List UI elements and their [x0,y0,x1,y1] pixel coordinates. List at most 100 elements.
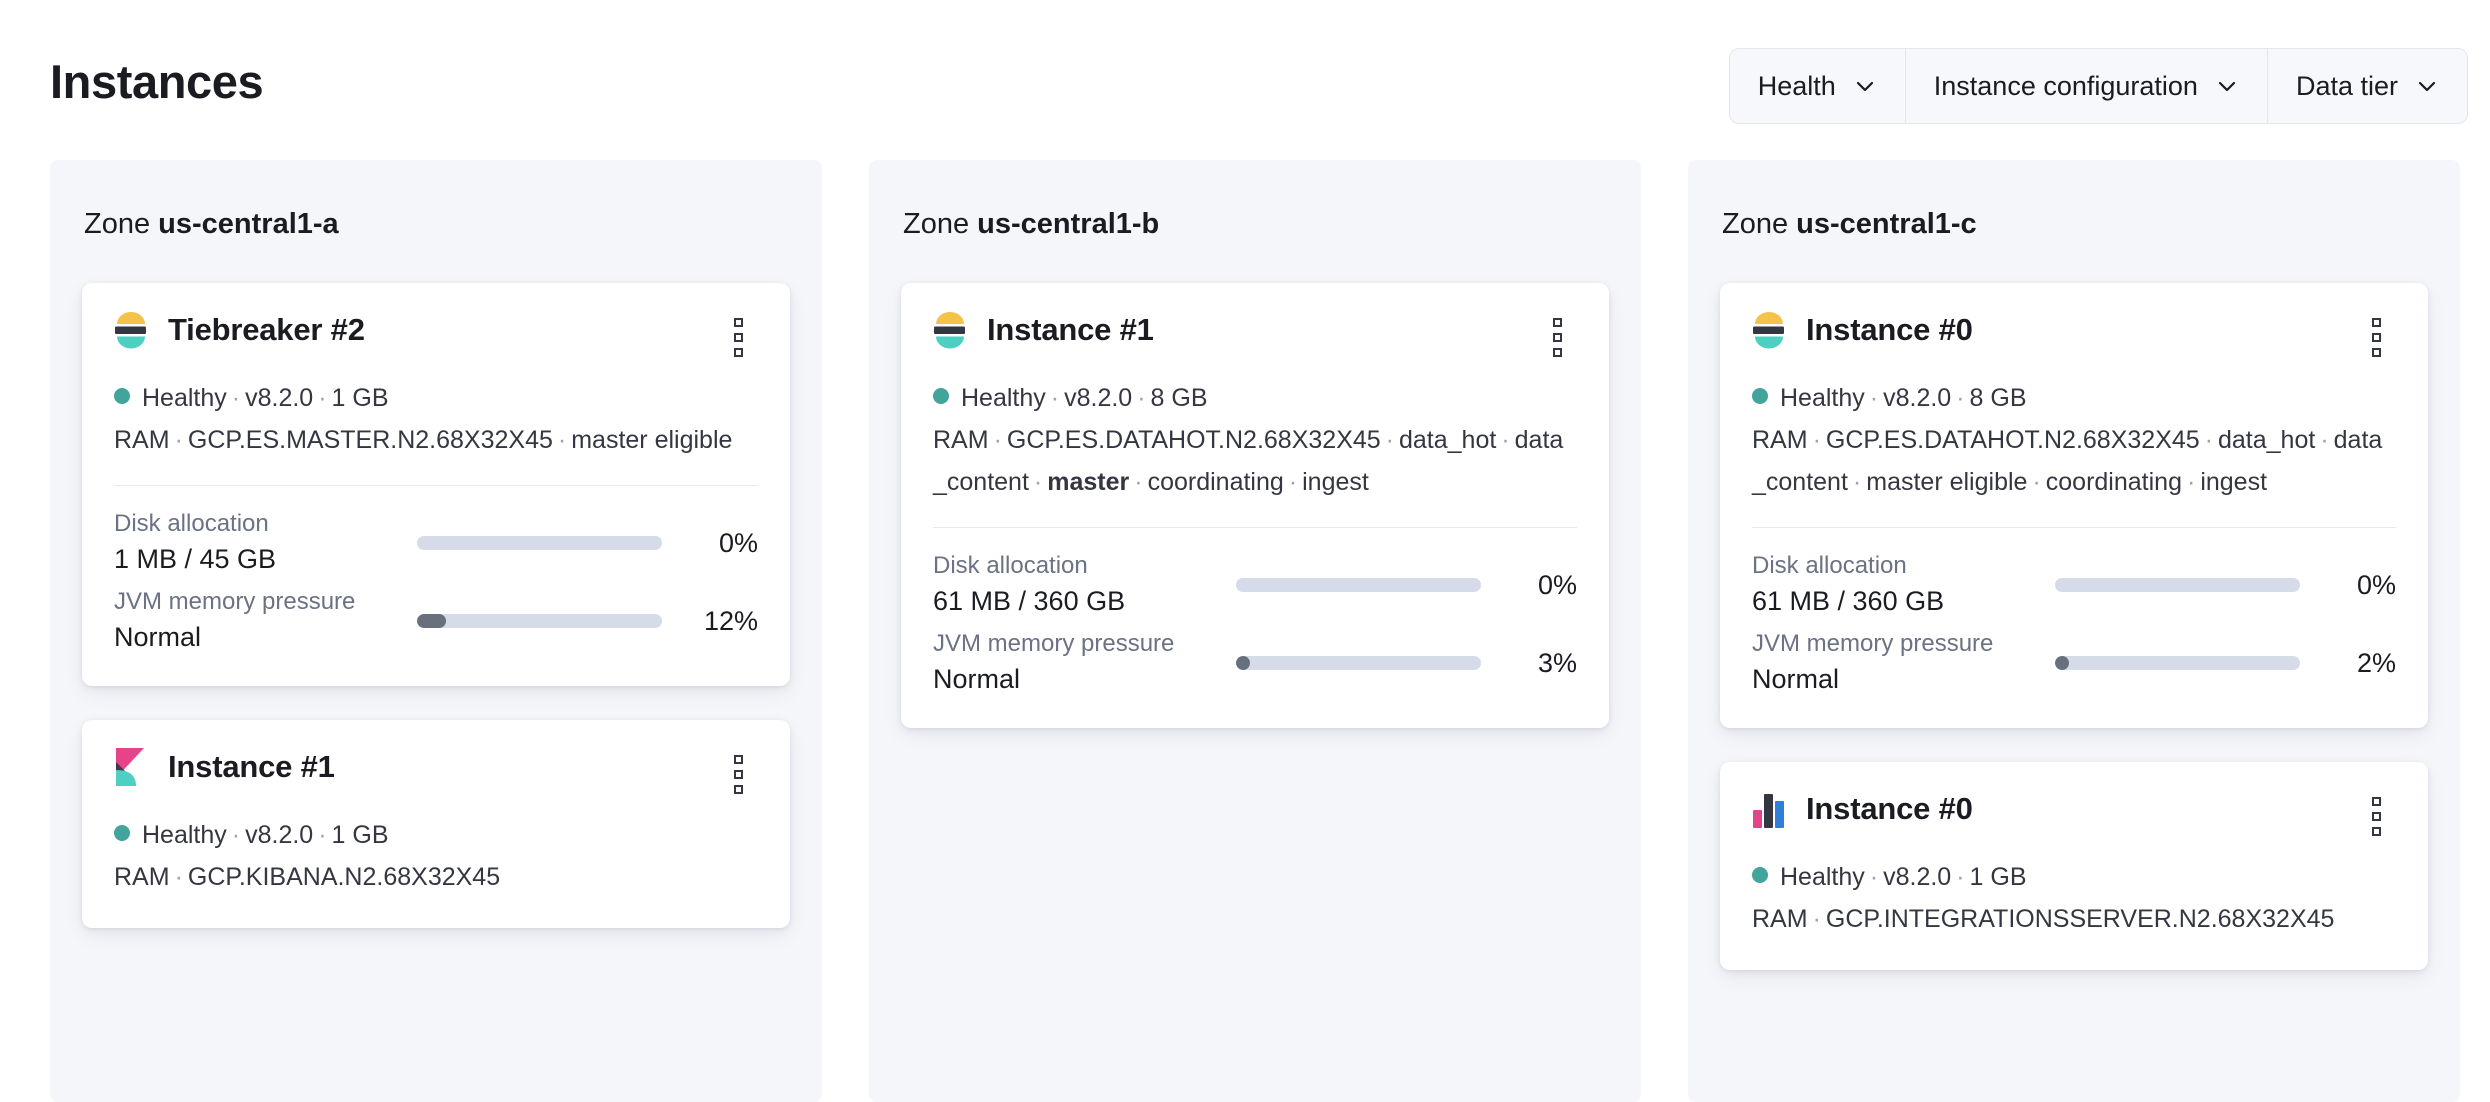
instance-meta-item: data_hot [2218,426,2315,454]
meta-separator: · [989,426,1007,454]
instance-card-header: Instance #0 [1752,311,2396,359]
chevron-down-icon [1853,74,1877,98]
metric-title: JVM memory pressure [114,586,417,618]
instance-identity: Instance #0 [1752,790,1973,828]
zone-name: us-central1-a [158,208,339,240]
meta-separator: · [1808,905,1826,933]
health-status-label: Healthy [1780,863,1865,891]
menu-dot [734,318,743,327]
metric-progress-bar [2055,578,2300,592]
instance-meta-item: ingest [1302,468,1369,496]
menu-dot [2372,333,2381,342]
instance-card[interactable]: Instance #1 Healthy·v8.2.0·1 GB RAM·GCP.K… [82,720,790,928]
chevron-down-icon [2215,74,2239,98]
meta-separator: · [170,863,188,891]
overflow-menu-icon[interactable] [1537,315,1577,359]
metric-gauge: 2% [2055,648,2396,679]
metric-progress-bar [1236,578,1481,592]
instance-identity: Instance #1 [114,748,335,786]
meta-separator: · [1284,468,1302,496]
meta-separator: · [1865,384,1883,412]
zone-label-prefix: Zone [903,208,969,240]
instance-card[interactable]: Instance #1Healthy·v8.2.0·8 GB RAM·GCP.E… [901,283,1609,728]
menu-dot [734,755,743,764]
overflow-menu-icon[interactable] [718,752,758,796]
card-divider [1752,527,2396,528]
instance-card-header: Instance #1 [933,311,1577,359]
metric-value: 1 MB / 45 GB [114,540,417,578]
instance-name: Instance #1 [987,312,1154,348]
instance-meta-item: GCP.ES.DATAHOT.N2.68X32X45 [1826,426,2200,454]
page-header: Instances HealthInstance configurationDa… [0,0,2490,160]
menu-dot [1553,318,1562,327]
overflow-menu-icon[interactable] [2356,794,2396,838]
instance-name: Instance #0 [1806,312,1973,348]
meta-separator: · [1951,384,1969,412]
overflow-menu-icon[interactable] [2356,315,2396,359]
menu-dot [734,348,743,357]
zone-label-prefix: Zone [1722,208,1788,240]
meta-separator: · [2182,468,2200,496]
instances-page: Instances HealthInstance configurationDa… [0,0,2490,1102]
instance-meta-item: coordinating [1148,468,1284,496]
filter-label: Data tier [2296,71,2398,102]
menu-dot [734,785,743,794]
instance-meta: Healthy·v8.2.0·1 GB RAM·GCP.ES.MASTER.N2… [114,377,758,461]
metric-labels: JVM memory pressureNormal [114,586,417,656]
instance-identity: Tiebreaker #2 [114,311,365,349]
health-status-dot [1752,867,1768,883]
meta-separator: · [1132,384,1150,412]
menu-dot [734,770,743,779]
meta-separator: · [2200,426,2218,454]
zone-name: us-central1-c [1796,208,1977,240]
instance-card-header: Instance #0 [1752,790,2396,838]
filter-button-health[interactable]: Health [1730,49,1906,123]
metric-gauge: 0% [1236,570,1577,601]
metric-percent: 0% [1511,570,1577,601]
metric-gauge: 3% [1236,648,1577,679]
metric-percent: 2% [2330,648,2396,679]
meta-separator: · [1381,426,1399,454]
zone-panel-us-central1-a: Zone us-central1-aTiebreaker #2Healthy·v… [50,160,822,1102]
metric-progress-bar [417,614,662,628]
health-status-dot [114,825,130,841]
metric-value: Normal [114,618,417,656]
integrations-server-logo-icon [1752,790,1786,828]
metric-disk-allocation: Disk allocation61 MB / 360 GB0% [1752,550,2396,620]
meta-separator: · [313,384,331,412]
instance-meta-item: master [1047,468,1129,496]
menu-dot [2372,797,2381,806]
metric-progress-bar [417,536,662,550]
meta-separator: · [1046,384,1064,412]
instance-card[interactable]: Instance #0Healthy·v8.2.0·1 GB RAM·GCP.I… [1720,762,2428,970]
elasticsearch-logo-icon [933,311,967,349]
filter-button-data-tier[interactable]: Data tier [2268,49,2467,123]
metric-title: Disk allocation [114,508,417,540]
filter-button-instance-configuration[interactable]: Instance configuration [1906,49,2268,123]
instance-meta-item: ingest [2200,468,2267,496]
overflow-menu-icon[interactable] [718,315,758,359]
metric-percent: 12% [692,606,758,637]
instance-card[interactable]: Instance #0Healthy·v8.2.0·8 GB RAM·GCP.E… [1720,283,2428,728]
meta-separator: · [227,384,245,412]
meta-separator: · [313,821,331,849]
instance-meta-item: v8.2.0 [245,821,313,849]
zone-panel-us-central1-c: Zone us-central1-c Instance #0Healthy·v8.… [1688,160,2460,1102]
meta-separator: · [1865,863,1883,891]
metric-title: JVM memory pressure [933,628,1236,660]
instance-meta-item: master eligible [1866,468,2027,496]
zones-container: Zone us-central1-aTiebreaker #2Healthy·v… [50,160,2460,1102]
meta-separator: · [2315,426,2333,454]
metric-title: JVM memory pressure [1752,628,2055,660]
instance-identity: Instance #1 [933,311,1154,349]
instance-meta: Healthy·v8.2.0·1 GB RAM·GCP.KIBANA.N2.68… [114,814,758,898]
metric-percent: 0% [2330,570,2396,601]
kibana-logo-icon [114,748,148,786]
instance-card[interactable]: Tiebreaker #2 Healthy·v8.2.0·1 GB RAM·GCP… [82,283,790,686]
meta-separator: · [170,426,188,454]
meta-separator: · [1029,468,1047,496]
elasticsearch-logo-icon [114,311,148,349]
health-status-dot [933,388,949,404]
instance-card-header: Tiebreaker #2 [114,311,758,359]
metric-progress-bar [2055,656,2300,670]
